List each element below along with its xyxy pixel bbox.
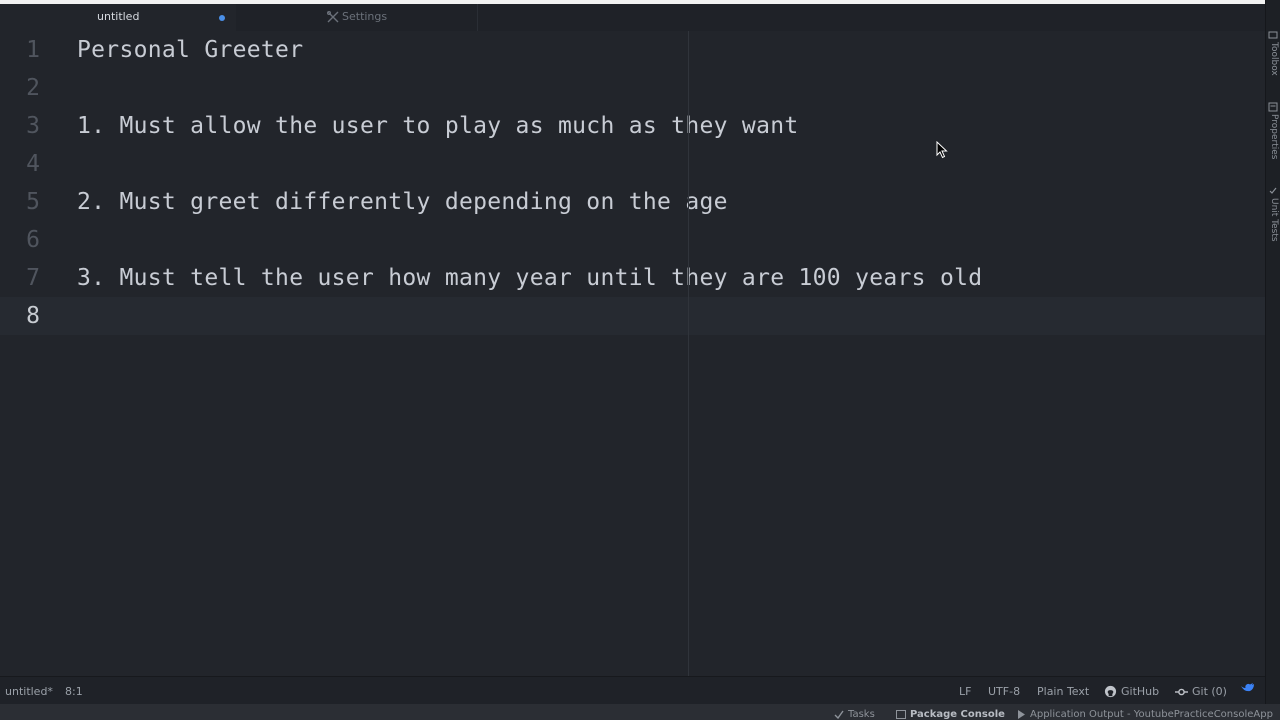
status-file[interactable]: untitled* [5,685,53,698]
tab-label: untitled [97,10,140,23]
toolbox-icon [1268,31,1278,39]
console-icon [896,710,906,719]
properties-icon [1268,102,1278,112]
checkmark-icon [834,710,844,719]
play-icon [1018,710,1025,719]
line-number: 6 [26,227,40,253]
line-number: 1 [26,37,40,63]
encoding-selector[interactable]: UTF-8 [988,685,1020,698]
github-icon [1104,685,1117,698]
git-commit-icon [1175,688,1188,695]
right-pad-bar: Toolbox Properties Unit Tests [1265,0,1280,720]
line-ending-selector[interactable]: LF [959,685,971,698]
settings-icon [327,10,339,22]
twitter-bird-icon [1241,683,1254,692]
feedback-button[interactable] [1240,683,1255,696]
pad-package-console[interactable]: Package Console [896,709,1005,720]
bottom-pad-bar: Tasks Package Console Application Output… [0,704,1280,720]
mouse-pointer-icon [936,141,948,159]
line-number: 8 [26,303,40,329]
tab-settings[interactable]: Settings [237,4,478,31]
modified-indicator-icon[interactable] [219,15,225,21]
editor-line[interactable]: 6 [0,221,1265,259]
line-text[interactable]: Personal Greeter [77,31,303,69]
unit-tests-icon [1269,187,1277,194]
wrap-guide [688,31,689,676]
pad-tab-label: Toolbox [1269,42,1279,76]
editor-line[interactable]: 5 2. Must greet differently depending on… [0,183,1265,221]
github-button[interactable]: GitHub [1104,685,1159,698]
editor-line[interactable]: 2 [0,69,1265,107]
line-number: 3 [26,113,40,139]
cursor-position[interactable]: 8:1 [65,685,83,698]
line-number: 2 [26,75,40,101]
line-text[interactable]: 1. Must allow the user to play as much a… [77,107,799,145]
text-editor[interactable]: 1 Personal Greeter 2 3 1. Must allow the… [0,31,1265,676]
line-number: 4 [26,151,40,177]
status-bar: untitled* 8:1 LF UTF-8 Plain Text GitHub… [0,676,1265,705]
editor-line[interactable]: 3 1. Must allow the user to play as much… [0,107,1265,145]
line-number: 7 [26,265,40,291]
pad-tab-label: Properties [1269,114,1279,160]
editor-line-current[interactable]: 8 [0,297,1265,335]
editor-line[interactable]: 4 [0,145,1265,183]
git-button[interactable]: Git (0) [1175,685,1227,698]
pad-application-output[interactable]: Application Output - YoutubePracticeCons… [1017,709,1273,720]
tab-label: Settings [342,10,388,23]
pad-tab-label: Unit Tests [1269,198,1279,242]
tab-bar: untitled Settings [0,4,1265,32]
tab-untitled[interactable]: untitled [0,4,236,31]
line-number: 5 [26,189,40,215]
line-text[interactable]: 3. Must tell the user how many year unti… [77,259,982,297]
pad-tasks[interactable]: Tasks [834,709,875,720]
grammar-selector[interactable]: Plain Text [1037,685,1089,698]
line-text[interactable]: 2. Must greet differently depending on t… [77,183,728,221]
editor-line[interactable]: 7 3. Must tell the user how many year un… [0,259,1265,297]
editor-line[interactable]: 1 Personal Greeter [0,31,1265,69]
